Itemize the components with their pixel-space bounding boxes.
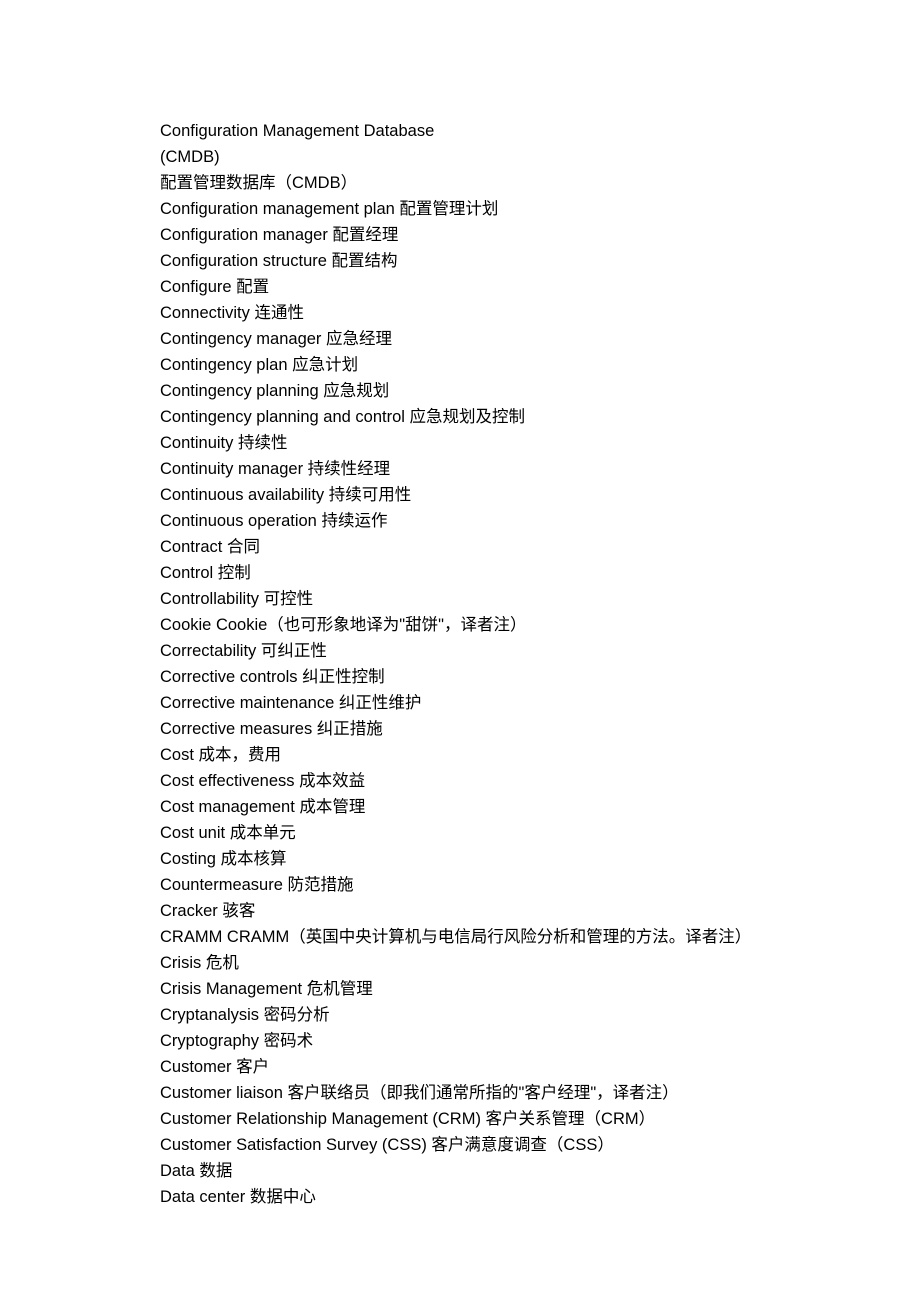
glossary-entry: Corrective controls 纠正性控制 <box>160 664 760 690</box>
glossary-entry: Cost 成本，费用 <box>160 742 760 768</box>
glossary-entry: Configuration manager 配置经理 <box>160 222 760 248</box>
glossary-entry: Corrective measures 纠正措施 <box>160 716 760 742</box>
glossary-entry: Countermeasure 防范措施 <box>160 872 760 898</box>
glossary-entry: (CMDB) <box>160 144 760 170</box>
glossary-entry: Cost unit 成本单元 <box>160 820 760 846</box>
glossary-entry: Contract 合同 <box>160 534 760 560</box>
glossary-entry: Corrective maintenance 纠正性维护 <box>160 690 760 716</box>
glossary-entry: Controllability 可控性 <box>160 586 760 612</box>
glossary-entry: Cookie Cookie（也可形象地译为"甜饼"，译者注） <box>160 612 760 638</box>
glossary-entry: Connectivity 连通性 <box>160 300 760 326</box>
glossary-entry: Continuous availability 持续可用性 <box>160 482 760 508</box>
glossary-entry: Continuity manager 持续性经理 <box>160 456 760 482</box>
glossary-entry: Continuity 持续性 <box>160 430 760 456</box>
glossary-entry: Configure 配置 <box>160 274 760 300</box>
glossary-entry: Customer Satisfaction Survey (CSS) 客户满意度… <box>160 1132 760 1158</box>
glossary-entry: CRAMM CRAMM（英国中央计算机与电信局行风险分析和管理的方法。译者注） <box>160 924 760 950</box>
glossary-entry: Contingency planning and control 应急规划及控制 <box>160 404 760 430</box>
glossary-entry: Data center 数据中心 <box>160 1184 760 1210</box>
glossary-entry: Configuration management plan 配置管理计划 <box>160 196 760 222</box>
glossary-entry: Crisis Management 危机管理 <box>160 976 760 1002</box>
glossary-page: Configuration Management Database (CMDB)… <box>0 0 920 1270</box>
glossary-entry: Cryptanalysis 密码分析 <box>160 1002 760 1028</box>
glossary-entry: Correctability 可纠正性 <box>160 638 760 664</box>
glossary-entry: Cryptography 密码术 <box>160 1028 760 1054</box>
glossary-entry: Contingency manager 应急经理 <box>160 326 760 352</box>
glossary-entry: Cracker 骇客 <box>160 898 760 924</box>
glossary-entry: Customer 客户 <box>160 1054 760 1080</box>
glossary-entry: Contingency plan 应急计划 <box>160 352 760 378</box>
glossary-entry: Data 数据 <box>160 1158 760 1184</box>
glossary-entry: Continuous operation 持续运作 <box>160 508 760 534</box>
glossary-entry: Cost management 成本管理 <box>160 794 760 820</box>
glossary-entry: Customer liaison 客户联络员（即我们通常所指的"客户经理"，译者… <box>160 1080 760 1106</box>
glossary-entry: Cost effectiveness 成本效益 <box>160 768 760 794</box>
glossary-entry: Configuration structure 配置结构 <box>160 248 760 274</box>
glossary-entry: Crisis 危机 <box>160 950 760 976</box>
glossary-entry: Customer Relationship Management (CRM) 客… <box>160 1106 760 1132</box>
glossary-entry: 配置管理数据库（CMDB） <box>160 170 760 196</box>
glossary-entry: Costing 成本核算 <box>160 846 760 872</box>
glossary-entry: Contingency planning 应急规划 <box>160 378 760 404</box>
glossary-entry: Control 控制 <box>160 560 760 586</box>
glossary-entry: Configuration Management Database <box>160 118 760 144</box>
